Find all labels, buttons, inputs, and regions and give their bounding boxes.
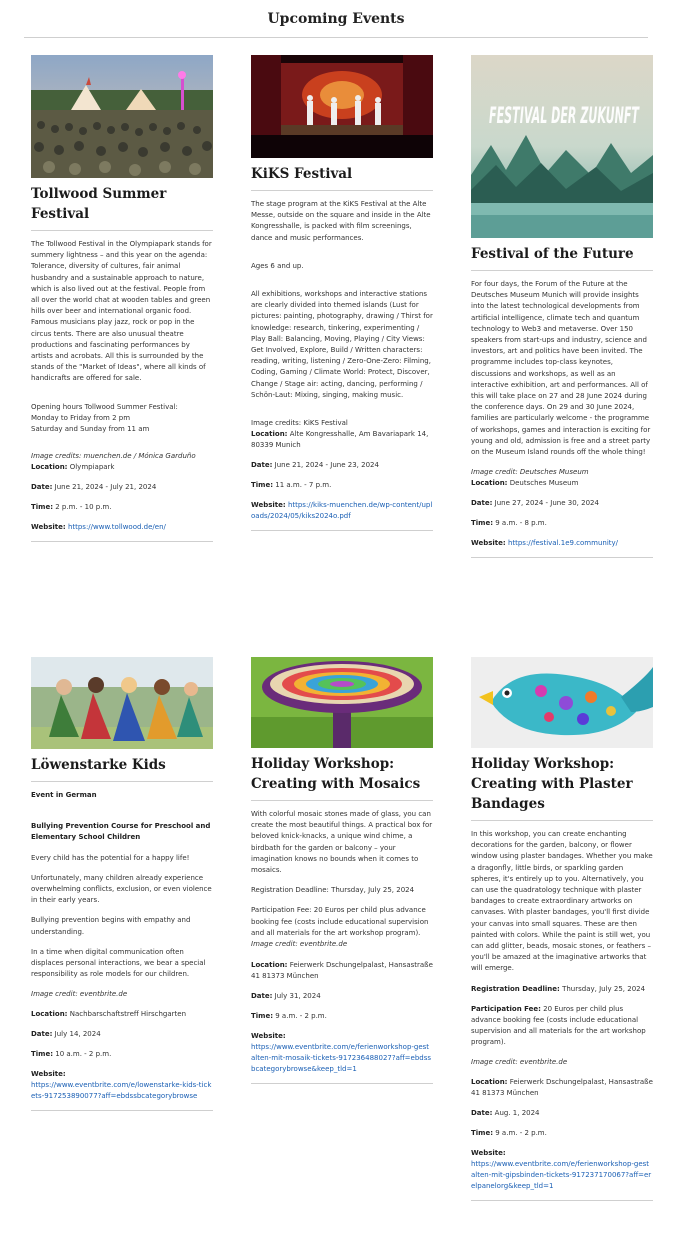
festival-image-text: FESTIVAL DER ZUKUNFT: [489, 104, 640, 129]
description-paragraph: All exhibitions, workshops and interacti…: [251, 290, 433, 399]
image-credit: Image credit: eventbrite.de: [31, 990, 128, 999]
event-title: KiKS Festival: [251, 158, 433, 191]
event-title: Holiday Workshop: Creating with Plaster …: [471, 748, 653, 821]
event-image-kids: [31, 657, 213, 749]
date-label: Date:: [471, 1108, 493, 1117]
website-link[interactable]: https://www.eventbrite.com/e/ferienworks…: [251, 1043, 431, 1073]
time-label: Time:: [471, 519, 494, 528]
location-label: Location:: [31, 463, 68, 472]
date-label: Date:: [251, 992, 273, 1001]
event-description: The Tollwood Festival in the Olympiapark…: [31, 239, 213, 443]
opening-hours-weekend: Saturday and Sunday from 11 am: [31, 425, 150, 434]
date-value: June 27, 2024 - June 30, 2024: [494, 499, 599, 508]
website-link[interactable]: https://www.tollwood.de/en/: [68, 523, 166, 531]
deadline-value: Thursday, July 25, 2024: [562, 984, 646, 993]
date-value: Aug. 1, 2024: [494, 1108, 540, 1117]
event-image-kiks: [251, 55, 433, 158]
date-value: June 21, 2024 - June 23, 2024: [274, 461, 379, 470]
website-label: Website:: [31, 1070, 66, 1079]
event-title: Festival of the Future: [471, 238, 653, 271]
registration-deadline: Registration Deadline: Thursday, July 25…: [251, 886, 415, 895]
time-label: Time:: [31, 1050, 54, 1059]
time-value: 10 a.m. - 2 p.m.: [55, 1050, 112, 1059]
event-title: Tollwood Summer Festival: [31, 178, 213, 231]
date-value: July 14, 2024: [54, 1030, 101, 1039]
date-value: June 21, 2024 - July 21, 2024: [54, 483, 157, 492]
description-paragraph: With colorful mosaic stones made of glas…: [251, 810, 433, 875]
website-link[interactable]: https://festival.1e9.community/: [508, 539, 618, 547]
event-description: The stage program at the KiKS Festival a…: [251, 199, 433, 429]
event-image-plaster: [471, 657, 653, 748]
event-card-loewenstarke-kids: Löwenstarke Kids Event in German Bullyin…: [31, 657, 213, 1120]
date-label: Date:: [31, 1030, 53, 1039]
time-label: Time:: [31, 503, 54, 512]
event-image-festival-future: FESTIVAL DER ZUKUNFT: [471, 55, 653, 238]
website-label: Website:: [251, 501, 286, 510]
website-link[interactable]: https://www.eventbrite.com/e/ferienworks…: [471, 1160, 651, 1190]
event-description: In this workshop, you can create enchant…: [471, 829, 653, 975]
website-link[interactable]: https://www.eventbrite.com/e/lowenstarke…: [31, 1081, 211, 1100]
opening-hours-weekdays: Monday to Friday from 2 pm: [31, 413, 131, 422]
time-label: Time:: [251, 481, 274, 490]
event-card-tollwood: Tollwood Summer Festival The Tollwood Fe…: [31, 55, 213, 551]
website-label: Website:: [471, 539, 506, 548]
date-value: July 31, 2024: [274, 992, 321, 1001]
event-card-kiks: KiKS Festival The stage program at the K…: [251, 55, 433, 540]
deadline-label: Registration Deadline:: [471, 984, 560, 993]
location-label: Location:: [471, 1077, 508, 1086]
opening-hours-label: Opening hours Tollwood Summer Festival:: [31, 402, 178, 411]
event-image-tollwood: [31, 55, 213, 178]
date-label: Date:: [31, 483, 53, 492]
time-value: 9 a.m. - 8 p.m.: [495, 519, 547, 528]
event-language: Event in German: [31, 791, 97, 799]
image-credit: Image credits: muenchen.de / Mónica Gard…: [31, 452, 196, 461]
description-paragraph: In this workshop, you can create enchant…: [471, 830, 653, 973]
event-card-mosaics: Holiday Workshop: Creating with Mosaics …: [251, 657, 433, 1093]
website-label: Website:: [471, 1148, 506, 1157]
image-credit: Image credit: Deutsches Museum: [471, 468, 589, 477]
location-value: Nachbarschaftstreff Hirschgarten: [69, 1010, 187, 1019]
description-paragraph: In a time when digital communication oft…: [31, 947, 206, 979]
image-credit: Image credits: KiKS Festival: [251, 419, 348, 428]
time-value: 2 p.m. - 10 p.m.: [55, 503, 112, 512]
page-title: Upcoming Events: [24, 8, 648, 38]
location-label: Location:: [471, 479, 508, 488]
date-label: Date:: [251, 461, 273, 470]
time-label: Time:: [471, 1128, 494, 1137]
event-title: Holiday Workshop: Creating with Mosaics: [251, 748, 433, 801]
date-label: Date:: [471, 499, 493, 508]
location-label: Location:: [31, 1010, 68, 1019]
location-label: Location:: [251, 961, 288, 970]
image-credit: Image credit: eventbrite.de: [251, 940, 348, 949]
description-paragraph: Ages 6 and up.: [251, 261, 304, 270]
location-label: Location:: [251, 430, 288, 439]
description-paragraph: Unfortunately, many children already exp…: [31, 873, 212, 905]
event-description: With colorful mosaic stones made of glas…: [251, 809, 433, 939]
event-title: Löwenstarke Kids: [31, 749, 213, 782]
event-card-plaster-bandages: Holiday Workshop: Creating with Plaster …: [471, 657, 653, 1210]
description-paragraph: The Tollwood Festival in the Olympiapark…: [31, 240, 212, 383]
event-description: Event in German Bullying Prevention Cour…: [31, 790, 213, 980]
time-value: 11 a.m. - 7 p.m.: [275, 481, 332, 490]
website-label: Website:: [251, 1032, 286, 1041]
event-description: For four days, the Forum of the Future a…: [471, 279, 653, 458]
event-heading: Bullying Prevention Course for Preschool…: [31, 822, 211, 842]
participation-fee: Participation Fee: 20 Euros per child pl…: [251, 906, 429, 937]
location-value: Olympiapark: [69, 463, 115, 472]
time-label: Time:: [251, 1012, 274, 1021]
event-card-festival-future: FESTIVAL DER ZUKUNFT Festival of the Fut…: [471, 55, 653, 567]
description-paragraph: For four days, the Forum of the Future a…: [471, 280, 651, 457]
location-value: Deutsches Museum: [509, 479, 579, 488]
image-credit: Image credit: eventbrite.de: [471, 1057, 568, 1066]
description-paragraph: The stage program at the KiKS Festival a…: [251, 200, 431, 242]
fee-label: Participation Fee:: [471, 1004, 541, 1013]
event-image-mosaics: [251, 657, 433, 748]
time-value: 9 a.m. - 2 p.m.: [275, 1012, 327, 1021]
website-label: Website:: [31, 523, 66, 532]
description-paragraph: Bullying prevention begins with empathy …: [31, 916, 191, 936]
time-value: 9 a.m. - 2 p.m.: [495, 1128, 547, 1137]
description-paragraph: Every child has the potential for a happ…: [31, 853, 190, 862]
